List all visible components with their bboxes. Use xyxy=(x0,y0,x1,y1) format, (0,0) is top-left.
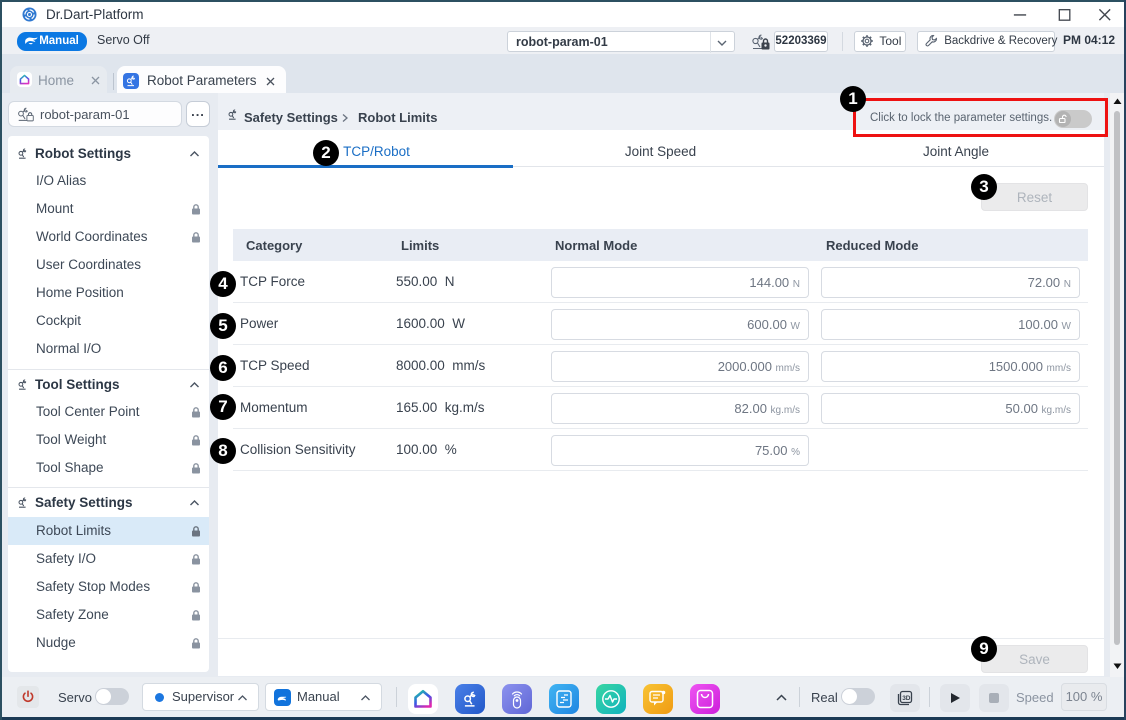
svg-text:3D: 3D xyxy=(902,695,911,702)
